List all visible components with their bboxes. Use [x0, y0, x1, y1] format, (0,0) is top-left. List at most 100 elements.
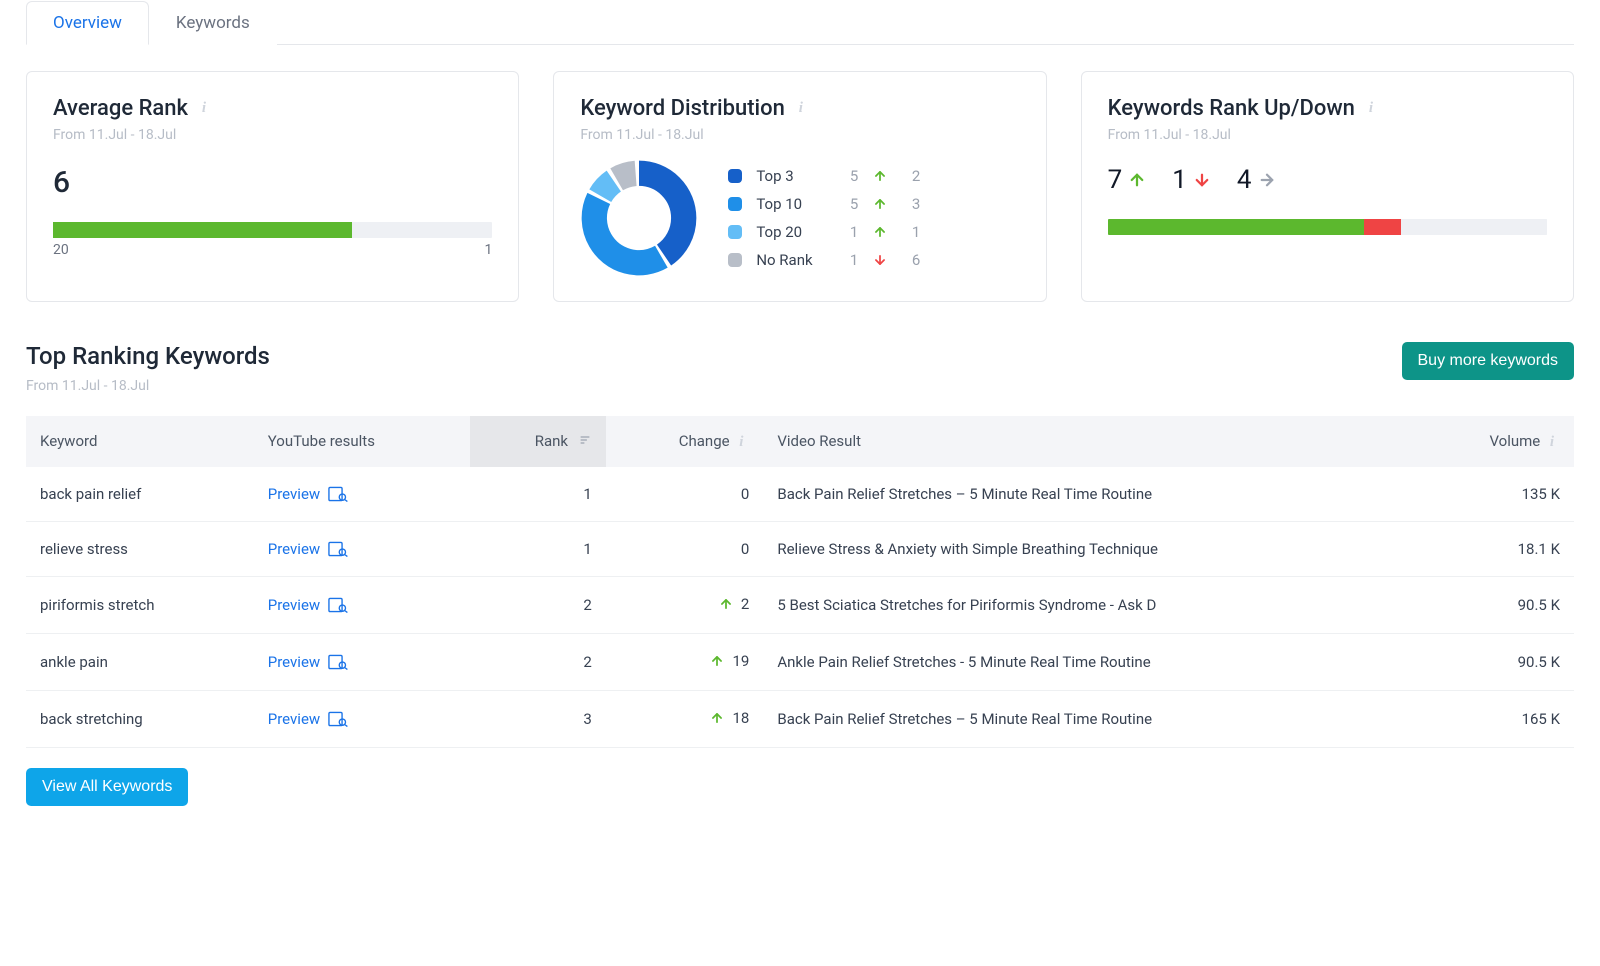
col-video-result[interactable]: Video Result [763, 416, 1416, 467]
cell-keyword: back pain relief [26, 467, 254, 522]
legend-count: 1 [840, 223, 858, 241]
cell-video-result: Relieve Stress & Anxiety with Simple Bre… [763, 521, 1416, 576]
tab-keywords[interactable]: Keywords [149, 1, 277, 45]
legend-change: 6 [902, 251, 920, 269]
cell-video-result: Back Pain Relief Stretches – 5 Minute Re… [763, 467, 1416, 522]
legend-label: Top 3 [756, 167, 830, 185]
avg-rank-bar: 20 1 [53, 222, 492, 258]
cell-rank: 1 [470, 521, 606, 576]
cell-keyword: back stretching [26, 690, 254, 747]
cell-rank: 2 [470, 576, 606, 633]
info-icon[interactable]: i [733, 435, 749, 451]
avg-bar-min: 20 [53, 242, 69, 258]
col-rank[interactable]: Rank [470, 416, 606, 467]
col-change[interactable]: Change i [606, 416, 764, 467]
cell-volume: 90.5 K [1416, 576, 1574, 633]
cell-volume: 135 K [1416, 467, 1574, 522]
arrow-down-icon [1193, 171, 1211, 189]
col-keyword[interactable]: Keyword [26, 416, 254, 467]
cell-change: 19 [606, 633, 764, 690]
cell-rank: 1 [470, 467, 606, 522]
legend-label: Top 10 [756, 195, 830, 213]
updown-segment [1401, 219, 1547, 235]
cell-keyword: piriformis stretch [26, 576, 254, 633]
preview-link[interactable]: Preview [268, 540, 348, 558]
cell-volume: 165 K [1416, 690, 1574, 747]
legend-label: No Rank [756, 251, 830, 269]
cell-video-result: Ankle Pain Relief Stretches - 5 Minute R… [763, 633, 1416, 690]
cell-change: 2 [606, 576, 764, 633]
col-youtube-results[interactable]: YouTube results [254, 416, 470, 467]
top-keywords-header: Top Ranking Keywords From 11.Jul - 18.Ju… [26, 342, 1574, 394]
cell-volume: 18.1 K [1416, 521, 1574, 576]
info-icon[interactable]: i [196, 101, 212, 117]
change-value: 18 [732, 709, 749, 727]
change-value: 0 [741, 485, 749, 503]
legend-swatch [728, 225, 742, 239]
cell-video-result: 5 Best Sciatica Stretches for Piriformis… [763, 576, 1416, 633]
preview-link[interactable]: Preview [268, 596, 348, 614]
change-value: 0 [741, 540, 749, 558]
legend-change: 3 [902, 195, 920, 213]
legend-count: 5 [840, 167, 858, 185]
sort-asc-icon [578, 432, 592, 450]
legend-count: 1 [840, 251, 858, 269]
legend-count: 5 [840, 195, 858, 213]
table-body: back pain relief Preview 1 0 Back Pain Relie… [26, 467, 1574, 748]
down-count: 1 [1172, 165, 1187, 195]
preview-link[interactable]: Preview [268, 710, 348, 728]
view-all-keywords-button[interactable]: View All Keywords [26, 768, 188, 806]
cell-keyword: ankle pain [26, 633, 254, 690]
change-value: 19 [732, 652, 749, 670]
table-row: back pain relief Preview 1 0 Back Pain Relie… [26, 467, 1574, 522]
legend-swatch [728, 197, 742, 211]
info-icon[interactable]: i [1544, 435, 1560, 451]
avg-rank-title: Average Rank [53, 96, 188, 121]
cell-video-result: Back Pain Relief Stretches – 5 Minute Re… [763, 690, 1416, 747]
buy-keywords-button[interactable]: Buy more keywords [1402, 342, 1575, 380]
preview-link[interactable]: Preview [268, 653, 348, 671]
date-range: From 11.Jul - 18.Jul [53, 127, 492, 143]
arrow-up-icon [868, 197, 892, 211]
table-row: back stretching Preview 3 18 Back Pain Relie… [26, 690, 1574, 747]
preview-label: Preview [268, 710, 320, 728]
table-row: piriformis stretch Preview 2 2 5 Best Sciati… [26, 576, 1574, 633]
preview-icon [328, 486, 348, 502]
summary-cards: Average Rank i From 11.Jul - 18.Jul 6 20… [26, 71, 1574, 302]
arrow-up-icon [710, 654, 724, 668]
donut-chart [580, 159, 698, 277]
card-title: Keyword Distribution i [580, 96, 1019, 121]
updown-values: 7 1 4 [1108, 165, 1547, 195]
cell-youtube-results: Preview [254, 633, 470, 690]
preview-icon [328, 711, 348, 727]
distribution-legend: Top 352Top 1053Top 2011No Rank16 [728, 167, 920, 269]
legend-swatch [728, 253, 742, 267]
preview-icon [328, 654, 348, 670]
card-keyword-distribution: Keyword Distribution i From 11.Jul - 18.… [553, 71, 1046, 302]
arrow-up-icon [868, 169, 892, 183]
arrow-up-icon [868, 225, 892, 239]
preview-link[interactable]: Preview [268, 485, 348, 503]
info-icon[interactable]: i [1363, 101, 1379, 117]
cell-youtube-results: Preview [254, 467, 470, 522]
change-value: 2 [741, 595, 749, 613]
arrow-right-icon [1258, 171, 1276, 189]
updown-segment [1364, 219, 1401, 235]
tab-overview[interactable]: Overview [26, 1, 149, 45]
updown-title: Keywords Rank Up/Down [1108, 96, 1355, 121]
cell-youtube-results: Preview [254, 576, 470, 633]
updown-bar [1108, 219, 1547, 235]
cell-volume: 90.5 K [1416, 633, 1574, 690]
card-average-rank: Average Rank i From 11.Jul - 18.Jul 6 20… [26, 71, 519, 302]
card-title: Keywords Rank Up/Down i [1108, 96, 1547, 121]
cell-youtube-results: Preview [254, 521, 470, 576]
table-row: ankle pain Preview 2 19 Ankle Pain Relief St… [26, 633, 1574, 690]
date-range: From 11.Jul - 18.Jul [580, 127, 1019, 143]
cell-rank: 2 [470, 633, 606, 690]
cell-rank: 3 [470, 690, 606, 747]
avg-rank-bar-fill [53, 222, 352, 238]
info-icon[interactable]: i [793, 101, 809, 117]
col-volume[interactable]: Volume i [1416, 416, 1574, 467]
avg-rank-value: 6 [53, 165, 492, 200]
legend-label: Top 20 [756, 223, 830, 241]
